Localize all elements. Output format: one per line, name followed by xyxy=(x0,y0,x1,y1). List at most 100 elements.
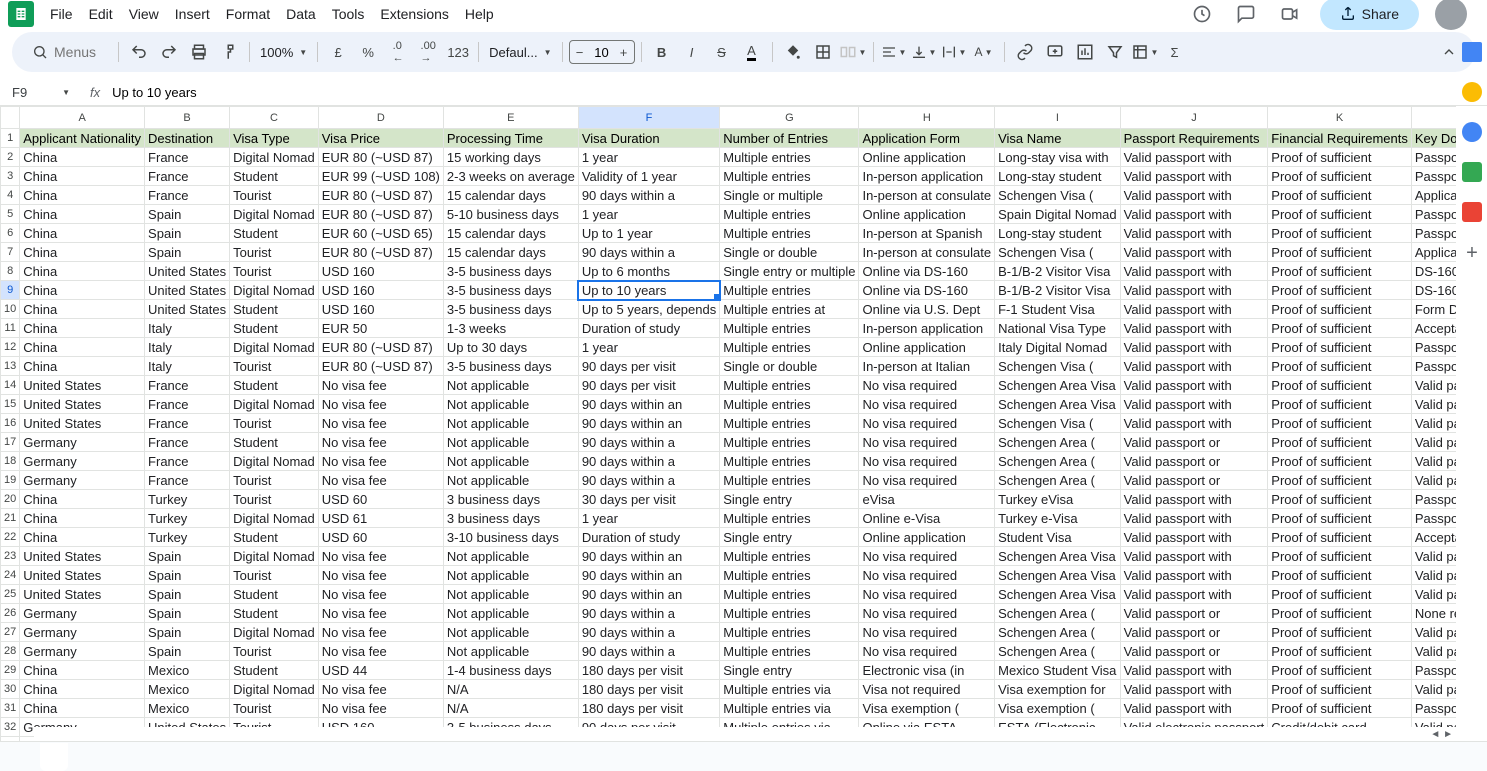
cell[interactable]: China xyxy=(20,243,145,262)
cell[interactable]: No visa fee xyxy=(318,376,443,395)
cell[interactable]: 15 calendar days xyxy=(443,186,578,205)
decrease-decimal-icon[interactable]: .0← xyxy=(384,38,412,66)
cell[interactable]: Single entry xyxy=(720,661,859,680)
cell[interactable]: Multiple entries xyxy=(720,642,859,661)
filter-icon[interactable] xyxy=(1101,38,1129,66)
menu-file[interactable]: File xyxy=(42,2,81,26)
cell[interactable]: Not applicable xyxy=(443,547,578,566)
row-header-17[interactable]: 17 xyxy=(1,433,20,452)
cell[interactable]: B-1/B-2 Visitor Visa xyxy=(995,262,1121,281)
row-header-5[interactable]: 5 xyxy=(1,205,20,224)
cell[interactable]: Proof of sufficient xyxy=(1268,395,1412,414)
cell[interactable]: Schengen Area ( xyxy=(995,604,1121,623)
cell[interactable]: Multiple entries via xyxy=(720,699,859,718)
cell[interactable]: 3-5 business days xyxy=(443,357,578,376)
borders-icon[interactable] xyxy=(809,38,837,66)
col-header-H[interactable]: H xyxy=(859,107,995,129)
decrease-font-icon[interactable]: − xyxy=(570,45,590,60)
cell[interactable]: Schengen Area Visa xyxy=(995,395,1121,414)
cell[interactable]: Proof of sufficient xyxy=(1268,224,1412,243)
cell[interactable]: Up to 30 days xyxy=(443,338,578,357)
cell[interactable]: Visa not required xyxy=(859,680,995,699)
cell[interactable]: Valid passport with xyxy=(1120,585,1268,604)
cell[interactable]: 1 year xyxy=(578,509,719,528)
cell[interactable]: Proof of sufficient xyxy=(1268,433,1412,452)
cell[interactable]: Proof of sufficient xyxy=(1268,262,1412,281)
cell[interactable]: Digital Nomad xyxy=(230,680,319,699)
history-icon[interactable] xyxy=(1188,0,1216,28)
cell[interactable]: Digital Nomad xyxy=(230,281,319,300)
cell[interactable]: Passport, visa app xyxy=(1411,661,1456,680)
cell[interactable]: N/A xyxy=(443,680,578,699)
cell[interactable]: Tourist xyxy=(230,699,319,718)
cell[interactable]: In-person at consulate xyxy=(859,186,995,205)
col-header-I[interactable]: I xyxy=(995,107,1121,129)
row-header-13[interactable]: 13 xyxy=(1,357,20,376)
header-cell[interactable]: Visa Name xyxy=(995,129,1121,148)
cell[interactable]: Single or multiple xyxy=(720,186,859,205)
cell[interactable]: Schengen Area ( xyxy=(995,433,1121,452)
col-header-E[interactable]: E xyxy=(443,107,578,129)
cell[interactable]: Valid passport with xyxy=(1120,205,1268,224)
cell[interactable]: Valid passport xyxy=(1411,566,1456,585)
cell[interactable]: Not applicable xyxy=(443,585,578,604)
cell[interactable]: 2-3 weeks on average xyxy=(443,167,578,186)
cell[interactable]: Turkey xyxy=(145,528,230,547)
cell[interactable]: Digital Nomad xyxy=(230,452,319,471)
cell[interactable]: Valid passport xyxy=(1411,585,1456,604)
cell[interactable]: Not applicable xyxy=(443,433,578,452)
cell[interactable]: EUR 80 (~USD 87) xyxy=(318,186,443,205)
cell[interactable]: France xyxy=(145,452,230,471)
menu-data[interactable]: Data xyxy=(278,2,324,26)
row-header-18[interactable]: 18 xyxy=(1,452,20,471)
cell[interactable]: Spain xyxy=(145,547,230,566)
cell[interactable]: China xyxy=(20,224,145,243)
cell[interactable]: 3-10 business days xyxy=(443,528,578,547)
cell[interactable]: 90 days per visit xyxy=(578,357,719,376)
cell[interactable]: Valid passport or xyxy=(1120,623,1268,642)
cell[interactable]: No visa fee xyxy=(318,642,443,661)
cell[interactable]: Passport, application xyxy=(1411,148,1456,167)
cell[interactable]: No visa fee xyxy=(318,547,443,566)
cell[interactable]: Not applicable xyxy=(443,395,578,414)
cell[interactable]: Mexico xyxy=(145,699,230,718)
cell[interactable]: Digital Nomad xyxy=(230,395,319,414)
cell[interactable]: China xyxy=(20,490,145,509)
cell[interactable]: Proof of sufficient xyxy=(1268,376,1412,395)
cell[interactable]: 90 days within a xyxy=(578,623,719,642)
cell[interactable]: Multiple entries xyxy=(720,376,859,395)
row-header-14[interactable]: 14 xyxy=(1,376,20,395)
row-header-21[interactable]: 21 xyxy=(1,509,20,528)
cell[interactable]: Proof of sufficient xyxy=(1268,490,1412,509)
cell[interactable]: Valid passport xyxy=(1411,414,1456,433)
row-header-9[interactable]: 9 xyxy=(1,281,20,300)
cell[interactable]: Schengen Visa ( xyxy=(995,243,1121,262)
row-header-1[interactable]: 1 xyxy=(1,129,20,148)
cell[interactable]: 1-3 weeks xyxy=(443,319,578,338)
cell[interactable]: Valid passport with xyxy=(1120,357,1268,376)
cell[interactable]: No visa required xyxy=(859,642,995,661)
cell[interactable]: Valid passport or xyxy=(1120,471,1268,490)
percent-icon[interactable]: % xyxy=(354,38,382,66)
row-header-6[interactable]: 6 xyxy=(1,224,20,243)
cell[interactable]: 90 days per visit xyxy=(578,376,719,395)
cell[interactable]: Mexico xyxy=(145,661,230,680)
redo-icon[interactable] xyxy=(155,38,183,66)
fill-color-icon[interactable] xyxy=(779,38,807,66)
cell[interactable]: Multiple entries xyxy=(720,148,859,167)
cell[interactable]: Valid passport with xyxy=(1120,186,1268,205)
cell[interactable]: Valid passport xyxy=(1411,547,1456,566)
row-header-27[interactable]: 27 xyxy=(1,623,20,642)
cell[interactable]: Valid passport with xyxy=(1120,566,1268,585)
cell[interactable]: Long-stay student xyxy=(995,167,1121,186)
cell[interactable]: Not applicable xyxy=(443,642,578,661)
cell[interactable]: United States xyxy=(20,376,145,395)
cell[interactable]: Valid passport or xyxy=(1120,452,1268,471)
cell[interactable]: In-person application xyxy=(859,319,995,338)
cell[interactable]: Tourist xyxy=(230,186,319,205)
cell[interactable]: Spain xyxy=(145,205,230,224)
cell[interactable]: USD 160 xyxy=(318,300,443,319)
cell[interactable]: Valid passport or xyxy=(1411,433,1456,452)
cell[interactable]: Spain xyxy=(145,623,230,642)
cell[interactable]: USD 61 xyxy=(318,509,443,528)
